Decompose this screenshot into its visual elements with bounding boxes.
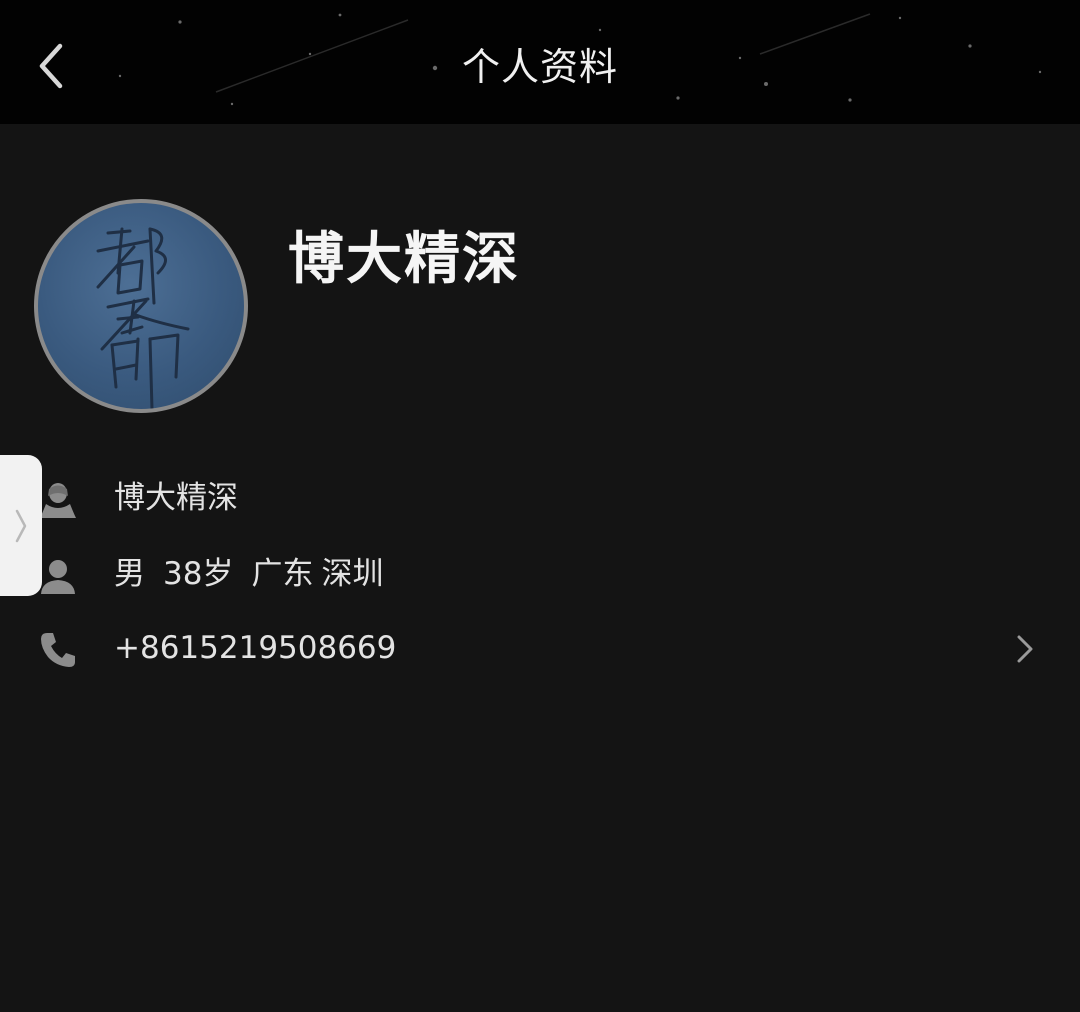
person-silhouette-icon xyxy=(38,480,78,520)
top-bar: 个人资料 xyxy=(0,0,1080,124)
province-text: 广东 xyxy=(251,556,314,592)
age-text: 38岁 xyxy=(163,556,234,592)
user-icon xyxy=(38,556,78,596)
phone-icon xyxy=(38,630,78,670)
phone-row[interactable]: +8615219508669 xyxy=(0,616,1080,680)
page-title: 个人资料 xyxy=(461,45,618,89)
nickname-text: 博大精深 xyxy=(114,480,238,516)
side-drawer-handle[interactable] xyxy=(0,455,42,596)
chevron-right-icon xyxy=(1012,632,1038,666)
profile-display-name: 博大精深 xyxy=(288,227,520,292)
gender-text: 男 xyxy=(114,556,145,592)
avatar-calligraphy-image xyxy=(96,227,190,409)
profile-page: 个人资料 博大精深 博大精深 男 38岁 广东 深圳 +861521950866… xyxy=(0,0,1080,1012)
city-text: 深圳 xyxy=(321,556,384,592)
phone-number-text: +8615219508669 xyxy=(114,630,397,666)
basic-info-text: 男 38岁 广东 深圳 xyxy=(114,554,383,594)
nickname-row: 博大精深 xyxy=(0,466,1080,530)
basic-info-row: 男 38岁 广东 深圳 xyxy=(0,542,1080,606)
avatar[interactable] xyxy=(34,199,248,413)
